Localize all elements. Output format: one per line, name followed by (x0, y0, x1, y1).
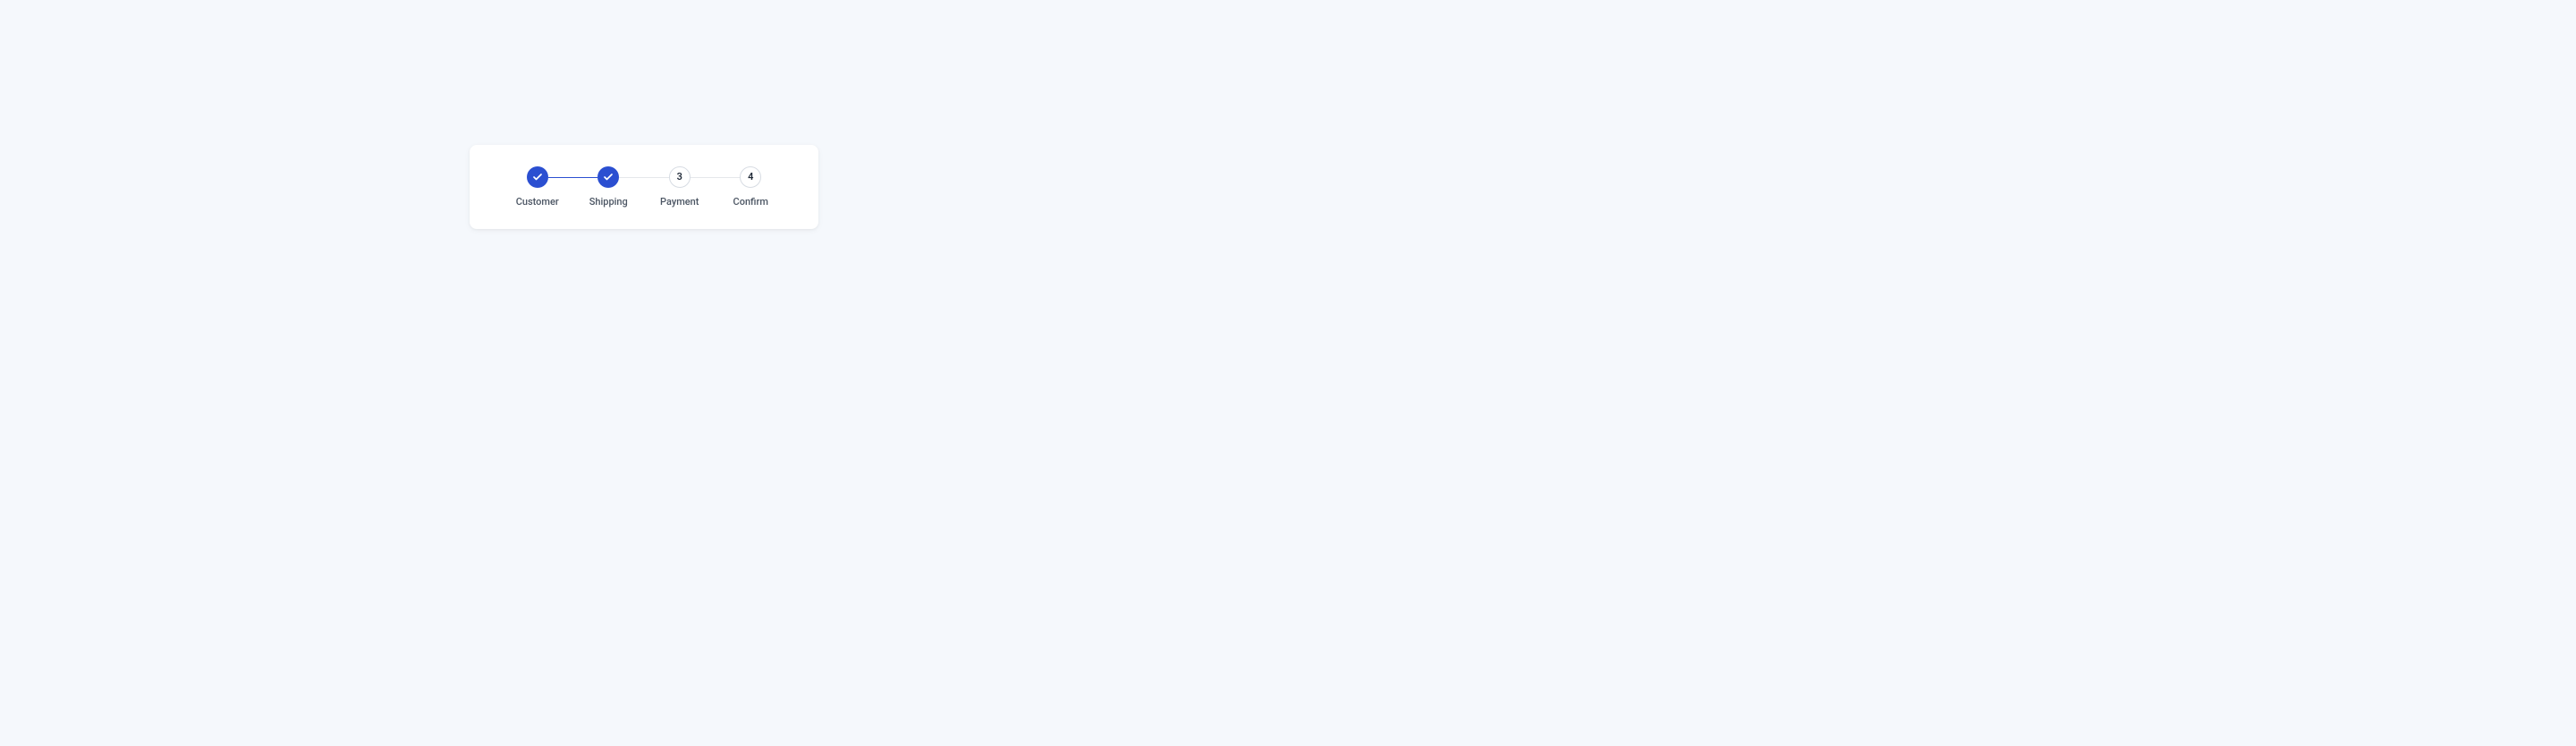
step-payment-label: Payment (660, 196, 699, 208)
step-confirm[interactable]: 4 Confirm (716, 166, 787, 208)
connector-1 (548, 177, 598, 178)
check-icon (532, 172, 543, 182)
step-confirm-number: 4 (748, 171, 753, 182)
step-customer[interactable]: Customer (502, 166, 573, 208)
step-payment[interactable]: 3 Payment (644, 166, 716, 208)
step-shipping-label: Shipping (589, 196, 628, 208)
checkout-stepper: Customer Shipping 3 Payment 4 Confirm (502, 166, 786, 208)
step-shipping-circle (597, 166, 619, 188)
step-payment-number: 3 (677, 171, 682, 182)
step-confirm-circle: 4 (740, 166, 761, 188)
step-shipping[interactable]: Shipping (573, 166, 645, 208)
step-customer-circle (527, 166, 548, 188)
step-customer-label: Customer (516, 196, 559, 208)
connector-2 (619, 177, 669, 178)
connector-3 (691, 177, 741, 178)
stepper-card: Customer Shipping 3 Payment 4 Confirm (470, 145, 818, 229)
step-payment-circle: 3 (669, 166, 691, 188)
check-icon (603, 172, 614, 182)
step-confirm-label: Confirm (733, 196, 768, 208)
